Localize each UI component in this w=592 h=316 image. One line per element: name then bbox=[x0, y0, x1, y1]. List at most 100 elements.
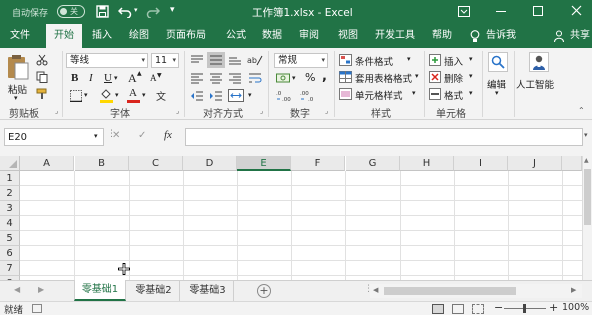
row-header-7[interactable]: 7 bbox=[0, 261, 20, 276]
save-icon[interactable] bbox=[96, 5, 109, 18]
increase-indent-icon[interactable] bbox=[209, 90, 223, 102]
horizontal-scroll-thumb[interactable] bbox=[384, 287, 516, 295]
fill-color-icon[interactable] bbox=[100, 88, 113, 103]
comma-button[interactable]: , bbox=[322, 69, 327, 84]
format-cells-button[interactable]: 格式 ▾ bbox=[429, 87, 479, 102]
alignment-launcher-icon[interactable]: ⌟ bbox=[260, 107, 263, 115]
font-size-select[interactable]: 11 ▾ bbox=[151, 53, 179, 68]
align-bottom-icon[interactable] bbox=[228, 54, 242, 66]
column-header-j[interactable]: J bbox=[508, 156, 562, 171]
fill-color-dropdown-icon[interactable]: ▾ bbox=[115, 91, 119, 99]
tab-review[interactable]: 审阅 bbox=[299, 24, 319, 48]
tell-me-search[interactable]: 告诉我 bbox=[486, 24, 516, 48]
decrease-decimal-icon[interactable]: .00.0 bbox=[300, 89, 320, 102]
borders-dropdown-icon[interactable]: ▾ bbox=[84, 91, 88, 99]
cell-grid[interactable] bbox=[20, 171, 582, 280]
close-icon[interactable] bbox=[571, 5, 582, 16]
format-as-table-button[interactable]: 套用表格格式 ▾ bbox=[339, 70, 419, 85]
insert-function-button[interactable]: fx bbox=[164, 129, 172, 141]
add-sheet-button[interactable]: + bbox=[257, 284, 271, 298]
align-left-icon[interactable] bbox=[190, 72, 204, 84]
delete-cells-button[interactable]: 删除 ▾ bbox=[429, 70, 479, 85]
underline-dropdown-icon[interactable]: ▾ bbox=[114, 74, 118, 82]
share-icon[interactable] bbox=[554, 30, 566, 42]
row-header-1[interactable]: 1 bbox=[0, 171, 20, 186]
column-header-h[interactable]: H bbox=[400, 156, 454, 171]
number-format-select[interactable]: 常规 ▾ bbox=[274, 53, 328, 68]
tab-home[interactable]: 开始 bbox=[46, 24, 82, 48]
number-launcher-icon[interactable]: ⌟ bbox=[325, 107, 328, 115]
macro-record-icon[interactable] bbox=[32, 304, 42, 313]
tab-view[interactable]: 视图 bbox=[338, 24, 358, 48]
cut-icon[interactable] bbox=[36, 54, 48, 66]
editing-button[interactable]: 编辑 ▾ bbox=[485, 52, 511, 100]
row-header-3[interactable]: 3 bbox=[0, 201, 20, 216]
tab-developer[interactable]: 开发工具 bbox=[375, 24, 415, 48]
conditional-format-button[interactable]: 条件格式 ▾ bbox=[339, 53, 419, 68]
align-right-icon[interactable] bbox=[228, 72, 242, 84]
merge-center-icon[interactable] bbox=[228, 89, 244, 102]
bold-button[interactable]: B bbox=[71, 72, 78, 84]
sheet-tab-2[interactable]: 零基础2 bbox=[128, 281, 180, 301]
scroll-up-icon[interactable]: ▲ bbox=[584, 157, 589, 164]
autosave-toggle[interactable]: 关 bbox=[57, 5, 85, 18]
maximize-icon[interactable] bbox=[533, 6, 543, 16]
ribbon-display-icon[interactable] bbox=[458, 6, 470, 17]
share-label[interactable]: 共享 bbox=[570, 24, 590, 48]
column-header-b[interactable]: B bbox=[75, 156, 129, 171]
tab-file[interactable]: 文件 bbox=[10, 24, 30, 48]
borders-icon[interactable] bbox=[70, 90, 82, 102]
increase-decimal-icon[interactable]: .0.00 bbox=[276, 89, 296, 102]
copy-icon[interactable] bbox=[36, 71, 48, 83]
percent-button[interactable]: % bbox=[305, 71, 315, 84]
select-all-corner[interactable] bbox=[0, 156, 20, 171]
underline-button[interactable]: U bbox=[104, 72, 112, 84]
formula-input[interactable] bbox=[185, 128, 583, 146]
column-header-c[interactable]: C bbox=[129, 156, 183, 171]
zoom-in-button[interactable]: + bbox=[549, 301, 558, 314]
zoom-slider-thumb[interactable] bbox=[523, 304, 526, 313]
vertical-scrollbar[interactable]: ▲ bbox=[582, 156, 592, 280]
row-header-4[interactable]: 4 bbox=[0, 216, 20, 231]
tab-draw[interactable]: 绘图 bbox=[129, 24, 149, 48]
accounting-dropdown-icon[interactable]: ▾ bbox=[292, 74, 296, 82]
row-header-2[interactable]: 2 bbox=[0, 186, 20, 201]
undo-dropdown-icon[interactable]: ▾ bbox=[134, 6, 138, 14]
merge-dropdown-icon[interactable]: ▾ bbox=[248, 91, 252, 99]
redo-icon[interactable] bbox=[146, 5, 160, 18]
prev-sheet-icon[interactable]: ◀ bbox=[14, 285, 20, 294]
customize-qat-icon[interactable]: ▾ bbox=[170, 5, 175, 15]
cell-styles-button[interactable]: 单元格样式 ▾ bbox=[339, 87, 419, 102]
column-header-a[interactable]: A bbox=[20, 156, 74, 171]
zoom-out-button[interactable]: − bbox=[494, 301, 503, 314]
row-header-6[interactable]: 6 bbox=[0, 246, 20, 261]
collapse-ribbon-icon[interactable]: ⌃ bbox=[578, 106, 585, 115]
clipboard-launcher-icon[interactable]: ⌟ bbox=[55, 107, 58, 115]
grow-font-button[interactable]: A bbox=[128, 71, 137, 86]
cancel-entry-button[interactable]: ✕ bbox=[112, 130, 120, 141]
expand-formula-icon[interactable]: ▾ bbox=[584, 131, 588, 139]
italic-button[interactable]: I bbox=[89, 72, 93, 84]
insert-cells-button[interactable]: 插入 ▾ bbox=[429, 53, 479, 68]
zoom-level[interactable]: 100% bbox=[562, 302, 589, 313]
column-header-d[interactable]: D bbox=[183, 156, 237, 171]
sheet-tab-1[interactable]: 零基础1 bbox=[74, 280, 126, 301]
vertical-scroll-thumb[interactable] bbox=[584, 169, 591, 225]
column-header-e[interactable]: E bbox=[237, 156, 291, 171]
text-direction-icon[interactable]: ab bbox=[247, 53, 263, 66]
accounting-format-icon[interactable] bbox=[276, 72, 292, 85]
name-box[interactable]: E20 ▾ bbox=[4, 128, 104, 146]
sheet-tab-3[interactable]: 零基础3 bbox=[182, 281, 234, 301]
wrap-text-icon[interactable] bbox=[248, 72, 262, 84]
enter-entry-button[interactable]: ✓ bbox=[138, 130, 146, 141]
decrease-indent-icon[interactable] bbox=[190, 90, 204, 102]
align-middle-icon[interactable] bbox=[207, 52, 225, 68]
zoom-slider[interactable] bbox=[504, 304, 546, 313]
tab-data[interactable]: 数据 bbox=[262, 24, 282, 48]
font-color-button[interactable]: A bbox=[127, 87, 140, 103]
ai-button[interactable]: 人工智能 bbox=[516, 52, 560, 100]
tab-page-layout[interactable]: 页面布局 bbox=[166, 24, 206, 48]
undo-icon[interactable] bbox=[118, 5, 132, 18]
next-sheet-icon[interactable]: ▶ bbox=[38, 285, 44, 294]
tab-help[interactable]: 帮助 bbox=[432, 24, 452, 48]
